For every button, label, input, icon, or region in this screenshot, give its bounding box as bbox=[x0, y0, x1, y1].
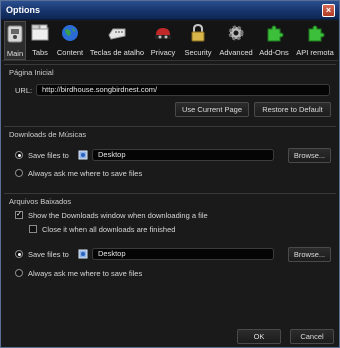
tab-main[interactable]: Main bbox=[4, 21, 26, 60]
remote-api-icon bbox=[308, 25, 325, 42]
file-downloads-group: Arquivos Baixados ✓ Show the Downloads w… bbox=[4, 193, 336, 283]
tab-tabs-label: Tabs bbox=[32, 48, 48, 57]
use-current-page-label: Use Current Page bbox=[181, 105, 243, 114]
music-save-files-to-label: Save files to bbox=[28, 151, 69, 160]
music-browse-button[interactable]: Browse... bbox=[288, 148, 331, 163]
tab-content-label: Content bbox=[56, 48, 84, 57]
tab-keyboard-shortcuts-label: Teclas de atalho bbox=[89, 48, 145, 57]
title-bar[interactable]: Options × bbox=[1, 1, 339, 20]
files-always-ask-label: Always ask me where to save files bbox=[28, 269, 143, 278]
globe-icon bbox=[62, 25, 78, 41]
lock-icon bbox=[191, 23, 205, 42]
music-downloads-group: Downloads de Músicas Save files to Deskt… bbox=[4, 126, 336, 188]
use-current-page-button[interactable]: Use Current Page bbox=[175, 102, 249, 117]
close-button[interactable]: × bbox=[322, 4, 335, 17]
files-save-to-radio[interactable] bbox=[15, 250, 23, 258]
puzzle-icon bbox=[267, 25, 284, 42]
files-save-files-to-label: Save files to bbox=[28, 250, 69, 259]
url-label: URL: bbox=[15, 86, 33, 95]
tabs-icon bbox=[31, 24, 49, 41]
gear-icon bbox=[228, 25, 244, 41]
show-downloads-label: Show the Downloads window when downloadi… bbox=[28, 211, 208, 220]
tab-main-label: Main bbox=[6, 49, 24, 58]
folder-icon bbox=[78, 150, 88, 160]
tab-advanced-label: Advanced bbox=[219, 48, 253, 57]
tab-privacy-label: Privacy bbox=[150, 48, 176, 57]
files-always-ask-radio[interactable] bbox=[15, 269, 23, 277]
music-always-ask-label: Always ask me where to save files bbox=[28, 169, 143, 178]
folder-icon bbox=[78, 249, 88, 259]
music-downloads-group-title: Downloads de Músicas bbox=[9, 130, 87, 139]
restore-default-button[interactable]: Restore to Default bbox=[254, 102, 331, 117]
ok-button[interactable]: OK bbox=[237, 329, 281, 344]
music-always-ask-radio[interactable] bbox=[15, 169, 23, 177]
tab-remote-api[interactable]: API remota bbox=[293, 21, 337, 60]
files-browse-label: Browse... bbox=[293, 250, 326, 259]
tab-add-ons[interactable]: Add-Ons bbox=[258, 21, 290, 60]
cancel-label: Cancel bbox=[300, 332, 324, 341]
music-save-to-radio[interactable] bbox=[15, 151, 23, 159]
homepage-group: Página Inicial URL: http://birdhouse.son… bbox=[4, 64, 336, 124]
ok-label: OK bbox=[253, 332, 265, 341]
restore-default-label: Restore to Default bbox=[262, 105, 323, 114]
switch-icon bbox=[7, 25, 23, 43]
tab-tabs[interactable]: Tabs bbox=[28, 21, 52, 60]
keyboard-icon bbox=[108, 28, 126, 40]
window-title: Options bbox=[6, 5, 40, 15]
options-window: Options × Main Tabs Content Teclas de at… bbox=[0, 0, 340, 348]
music-folder-field[interactable]: Desktop bbox=[92, 149, 274, 161]
tab-security[interactable]: Security bbox=[181, 21, 215, 60]
close-when-finished-label: Close it when all downloads are finished bbox=[42, 225, 176, 234]
tab-security-label: Security bbox=[184, 48, 212, 57]
files-browse-button[interactable]: Browse... bbox=[288, 247, 331, 262]
tab-remote-api-label: API remota bbox=[296, 48, 334, 57]
close-when-finished-checkbox[interactable] bbox=[29, 225, 37, 233]
file-downloads-group-title: Arquivos Baixados bbox=[9, 197, 72, 206]
preferences-toolbar: Main Tabs Content Teclas de atalho Priva… bbox=[2, 21, 338, 61]
files-folder-field[interactable]: Desktop bbox=[92, 248, 274, 260]
privacy-icon bbox=[155, 28, 171, 39]
homepage-group-title: Página Inicial bbox=[9, 68, 54, 77]
music-browse-label: Browse... bbox=[293, 151, 326, 160]
tab-advanced[interactable]: Advanced bbox=[217, 21, 255, 60]
tab-add-ons-label: Add-Ons bbox=[259, 48, 289, 57]
homepage-url-input[interactable]: http://birdhouse.songbirdnest.com/ bbox=[36, 84, 330, 96]
tab-privacy[interactable]: Privacy bbox=[148, 21, 178, 60]
tab-keyboard-shortcuts[interactable]: Teclas de atalho bbox=[89, 21, 145, 60]
show-downloads-checkbox[interactable]: ✓ bbox=[15, 211, 23, 219]
cancel-button[interactable]: Cancel bbox=[290, 329, 334, 344]
tab-content[interactable]: Content bbox=[54, 21, 86, 60]
